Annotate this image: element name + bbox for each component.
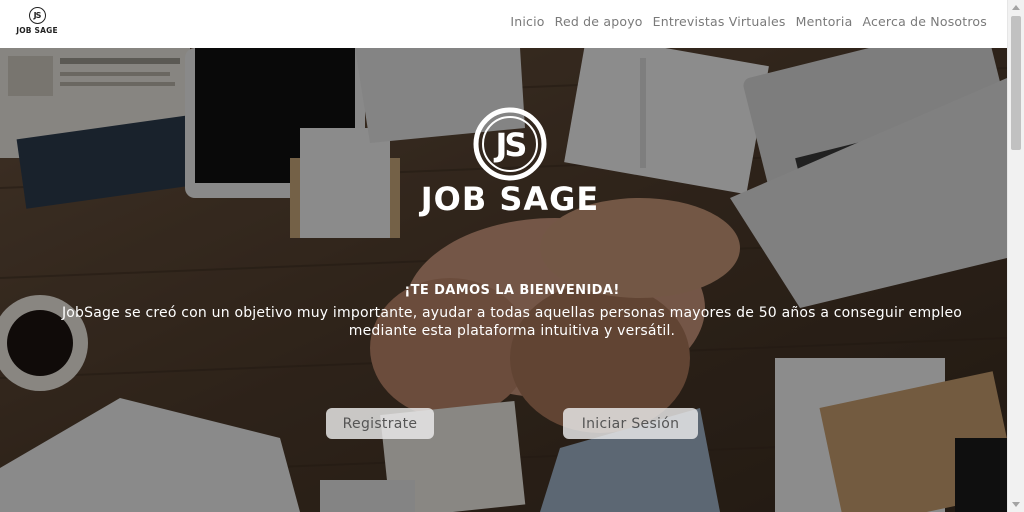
nav-menu: Inicio Red de apoyo Entrevistas Virtuale… — [510, 14, 987, 29]
login-button[interactable]: Iniciar Sesión — [563, 408, 698, 439]
hero-title: JOB SAGE — [420, 180, 600, 218]
nav-link-acerca-de-nosotros[interactable]: Acerca de Nosotros — [862, 14, 987, 29]
nav-link-red-de-apoyo[interactable]: Red de apoyo — [555, 14, 643, 29]
nav-link-inicio[interactable]: Inicio — [510, 14, 544, 29]
brand-logo-icon: JS — [28, 7, 46, 24]
hero-description: JobSage se creó con un objetivo muy impo… — [61, 305, 963, 339]
brand-logo-link[interactable]: JS JOB SAGE — [14, 7, 60, 41]
navbar: JS JOB SAGE Inicio Red de apoyo Entrevis… — [0, 0, 1007, 48]
hero-welcome-heading: ¡TE DAMOS LA BIENVENIDA! — [404, 283, 620, 298]
register-button[interactable]: Registrate — [326, 408, 434, 439]
brand-name: JOB SAGE — [16, 26, 58, 35]
vertical-scrollbar[interactable] — [1007, 0, 1024, 512]
hero-logo-icon: JS — [473, 107, 547, 181]
nav-link-mentoria[interactable]: Mentoria — [796, 14, 853, 29]
scrollbar-thumb[interactable] — [1011, 16, 1021, 150]
nav-link-entrevistas-virtuales[interactable]: Entrevistas Virtuales — [653, 14, 786, 29]
scroll-down-arrow-icon[interactable] — [1012, 502, 1020, 507]
hero-section: JS JOB SAGE ¡TE DAMOS LA BIENVENIDA! Job… — [0, 48, 1007, 512]
hero-logo-initials: JS — [494, 126, 526, 164]
scroll-up-arrow-icon[interactable] — [1012, 5, 1020, 10]
